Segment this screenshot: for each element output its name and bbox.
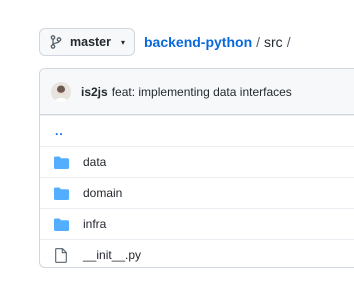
latest-commit-row: is2js feat: implementing data interfaces — [40, 69, 354, 115]
commit-author-link[interactable]: is2js — [81, 85, 108, 99]
git-branch-icon — [50, 35, 62, 49]
breadcrumb-separator: / — [256, 34, 261, 50]
avatar[interactable] — [51, 81, 71, 102]
parent-directory-link[interactable]: .. — [55, 124, 64, 138]
list-item[interactable]: domain — [40, 177, 354, 208]
breadcrumb-separator: / — [286, 34, 291, 50]
list-item[interactable]: infra — [40, 208, 354, 239]
folder-icon — [53, 154, 69, 170]
file-name-link[interactable]: __init__.py — [83, 248, 141, 262]
list-item[interactable]: __init__.py — [40, 239, 354, 267]
breadcrumb: backend-python / src / — [144, 34, 295, 50]
file-name-link[interactable]: infra — [83, 217, 106, 231]
file-icon — [53, 247, 69, 263]
branch-select-button[interactable]: master ▾ — [39, 28, 135, 56]
file-list-box: is2js feat: implementing data interfaces… — [39, 68, 354, 268]
commit-message-link[interactable]: feat: implementing data interfaces — [112, 85, 292, 99]
chevron-down-icon: ▾ — [120, 37, 125, 47]
breadcrumb-repo-link[interactable]: backend-python — [144, 34, 252, 50]
file-name-link[interactable]: data — [83, 155, 106, 169]
folder-icon — [53, 216, 69, 232]
repo-file-browser: master ▾ backend-python / src / is2js fe… — [0, 0, 354, 303]
nav-row: master ▾ backend-python / src / — [39, 28, 295, 56]
breadcrumb-current-dir: src — [264, 34, 283, 50]
file-name-link[interactable]: domain — [83, 186, 122, 200]
branch-label: master — [70, 35, 111, 49]
list-item[interactable]: data — [40, 146, 354, 177]
parent-directory-row[interactable]: .. — [40, 115, 354, 146]
folder-icon — [53, 185, 69, 201]
